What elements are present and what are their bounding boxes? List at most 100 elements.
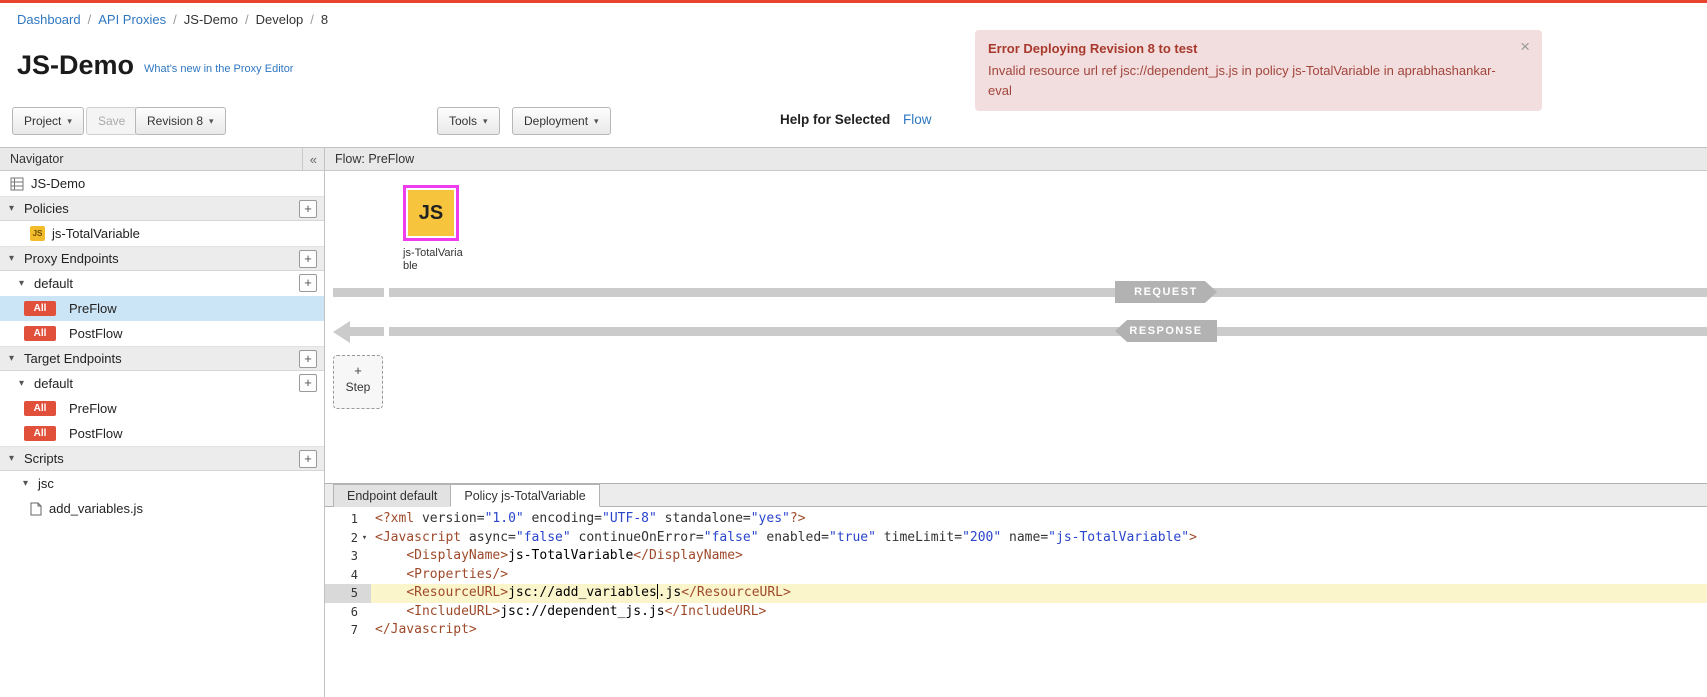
add-step-label: Step [334,380,382,394]
code-line[interactable]: 5 <ResourceURL>jsc://add_variables.js</R… [325,584,1707,603]
code-line[interactable]: 3 <DisplayName>js-TotalVariable</Display… [325,547,1707,566]
tree-item-label: js-TotalVariable [52,226,140,241]
collapse-panel-icon[interactable]: « [302,148,324,170]
chevron-down-icon: ▾ [9,203,19,214]
code-editor[interactable]: 1<?xml version="1.0" encoding="UTF-8" st… [325,507,1707,697]
breadcrumb-separator: / [88,12,92,27]
tree-item-proxy-preflow[interactable]: All PreFlow [0,296,324,321]
help-for-selected-label: Help for Selected [780,112,890,127]
add-flow-button[interactable]: + [299,374,317,392]
breadcrumb-item-develop[interactable]: Develop [256,12,304,27]
add-step-button[interactable]: + Step [333,355,383,409]
chevron-down-icon: ▾ [67,116,72,127]
request-lane-segment [333,288,384,297]
code-line[interactable]: 4 <Properties/> [325,566,1707,585]
tree-section-target-endpoints[interactable]: ▾ Target Endpoints + [0,346,324,371]
tab-endpoint-default[interactable]: Endpoint default [333,484,451,507]
code-line[interactable]: 2▾<Javascript async="false" continueOnEr… [325,529,1707,548]
flow-canvas: JS js-TotalVariable REQUEST RESPONSE + S… [325,171,1707,483]
code-text[interactable]: <ResourceURL>jsc://add_variables.js</Res… [371,584,1707,603]
add-policy-button[interactable]: + [299,200,317,218]
fold-icon[interactable]: ▾ [358,529,371,548]
tree-item-label: PreFlow [69,301,117,316]
tools-menu-button[interactable]: Tools ▾ [437,107,500,135]
revision-menu-button[interactable]: Revision 8 ▾ [135,107,226,135]
add-target-endpoint-button[interactable]: + [299,350,317,368]
chevron-down-icon: ▾ [209,116,214,127]
navigator-tree: JS-Demo ▾ Policies + JS js-TotalVariable… [0,171,324,697]
fold-slot [358,584,371,603]
navigator-title: Navigator [10,152,64,166]
code-line[interactable]: 7</Javascript> [325,621,1707,640]
code-text[interactable]: </Javascript> [371,621,1707,640]
tree-section-policies[interactable]: ▾ Policies + [0,196,324,221]
section-label: Scripts [24,451,64,466]
breadcrumb-item-api-proxies[interactable]: API Proxies [98,12,166,27]
breadcrumb-item-proxy-name[interactable]: JS-Demo [184,12,238,27]
editor-tab-strip: Endpoint default Policy js-TotalVariable [325,483,1707,507]
chevron-down-icon: ▾ [9,253,19,264]
line-number: 2▾ [325,529,371,548]
save-button[interactable]: Save [86,107,137,135]
tree-item-target-default[interactable]: ▾ default + [0,371,324,396]
chevron-down-icon: ▾ [9,353,19,364]
tree-item-target-postflow[interactable]: All PostFlow [0,421,324,446]
breadcrumb-separator: / [173,12,177,27]
breadcrumb-item-dashboard[interactable]: Dashboard [17,12,81,27]
add-proxy-endpoint-button[interactable]: + [299,250,317,268]
code-text[interactable]: <?xml version="1.0" encoding="UTF-8" sta… [371,510,1707,529]
navigator-header: Navigator « [0,148,324,171]
chevron-down-icon: ▾ [23,478,33,489]
whats-new-link[interactable]: What's new in the Proxy Editor [144,63,293,75]
line-number: 3 [325,547,371,566]
line-number: 5 [325,584,371,603]
proxy-icon [10,177,24,191]
tree-item-target-preflow[interactable]: All PreFlow [0,396,324,421]
add-script-button[interactable]: + [299,450,317,468]
tree-section-proxy-endpoints[interactable]: ▾ Proxy Endpoints + [0,246,324,271]
flow-header-label: Flow: PreFlow [335,152,414,166]
add-flow-button[interactable]: + [299,274,317,292]
tree-section-scripts[interactable]: ▾ Scripts + [0,446,324,471]
tree-item-proxy-root[interactable]: JS-Demo [0,171,324,196]
tree-item-label: JS-Demo [31,176,85,191]
javascript-policy-icon: JS [408,190,454,236]
condition-badge: All [24,301,56,316]
policy-node-js-totalvariable[interactable]: JS [403,185,459,241]
code-line[interactable]: 1<?xml version="1.0" encoding="UTF-8" st… [325,510,1707,529]
tree-item-add-variables-js[interactable]: add_variables.js [0,496,324,521]
tree-item-js-totalvariable[interactable]: JS js-TotalVariable [0,221,324,246]
code-text[interactable]: <Properties/> [371,566,1707,585]
error-banner: Error Deploying Revision 8 to test Inval… [975,30,1542,111]
main-split: Navigator « JS-Demo ▾ Policies + JS [0,147,1707,697]
tree-item-proxy-default[interactable]: ▾ default + [0,271,324,296]
tree-item-label: PostFlow [69,326,122,341]
file-icon [30,502,42,516]
tree-item-jsc-folder[interactable]: ▾ jsc [0,471,324,496]
code-text[interactable]: <IncludeURL>jsc://dependent_js.js</Inclu… [371,603,1707,622]
condition-badge: All [24,326,56,341]
close-icon[interactable]: × [1520,37,1530,57]
tab-policy-js-totalvariable[interactable]: Policy js-TotalVariable [450,484,599,507]
line-number: 6 [325,603,371,622]
fold-slot [358,566,371,585]
flow-help-link[interactable]: Flow [903,112,932,127]
flow-header: Flow: PreFlow [325,148,1707,171]
fold-slot [358,510,371,529]
deployment-menu-button[interactable]: Deployment ▾ [512,107,611,135]
tree-item-proxy-postflow[interactable]: All PostFlow [0,321,324,346]
breadcrumb-item-revision[interactable]: 8 [321,12,328,27]
line-number: 4 [325,566,371,585]
project-menu-button[interactable]: Project ▾ [12,107,84,135]
tree-item-label: PostFlow [69,426,122,441]
code-line[interactable]: 6 <IncludeURL>jsc://dependent_js.js</Inc… [325,603,1707,622]
code-text[interactable]: <Javascript async="false" continueOnErro… [371,529,1707,548]
chevron-down-icon: ▾ [483,116,488,127]
tree-item-label: jsc [38,476,54,491]
fold-slot [358,621,371,640]
code-text[interactable]: <DisplayName>js-TotalVariable</DisplayNa… [371,547,1707,566]
fold-slot [358,547,371,566]
tree-item-label: add_variables.js [49,501,143,516]
chevron-down-icon: ▾ [19,278,29,289]
chevron-down-icon: ▾ [594,116,599,127]
